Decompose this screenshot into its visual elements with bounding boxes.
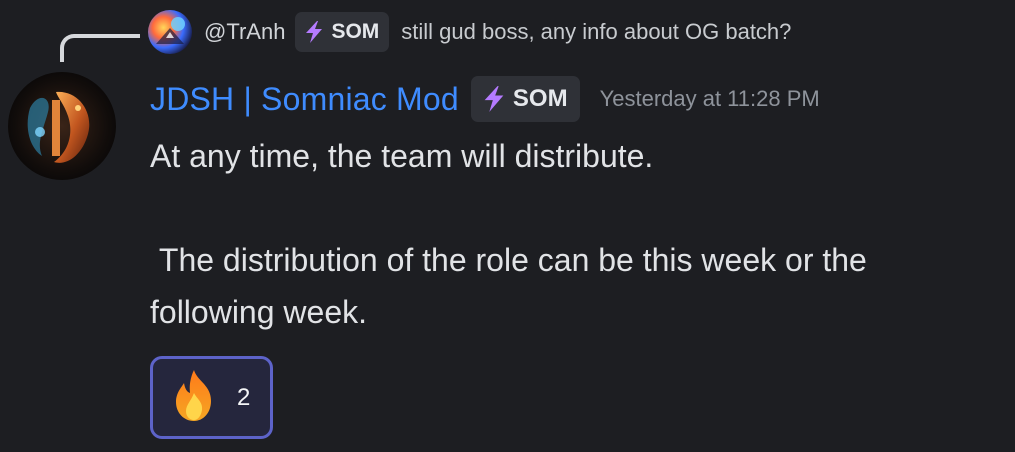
reply-preview[interactable]: @TrAnh SOM still gud boss, any info abou… [148,10,791,54]
message-timestamp[interactable]: Yesterday at 11:28 PM [600,86,820,112]
author-name[interactable]: JDSH | Somniac Mod [150,81,459,118]
author-som-badge[interactable]: SOM [470,76,580,122]
message-content: At any time, the team will distribute. T… [150,130,990,338]
reply-som-badge-label: SOM [331,20,380,43]
fire-icon [167,367,221,428]
reply-text[interactable]: still gud boss, any info about OG batch? [401,19,791,45]
reply-som-badge[interactable]: SOM [295,12,390,52]
message-line-2: The distribution of the role can be this… [150,242,876,330]
reply-avatar[interactable] [148,10,192,54]
reply-username[interactable]: @TrAnh [204,19,285,45]
reply-avatar-icon [148,10,192,54]
lightning-icon [303,20,325,44]
reaction-button[interactable]: 2 [150,356,273,439]
author-avatar[interactable] [8,72,116,180]
lightning-icon [481,85,507,113]
message-header: JDSH | Somniac Mod SOM Yesterday at 11:2… [150,74,820,124]
author-som-badge-label: SOM [512,85,568,112]
reaction-count: 2 [237,383,251,411]
author-avatar-icon [8,72,116,180]
reply-spine [60,34,140,62]
message-line-1: At any time, the team will distribute. [150,138,654,174]
